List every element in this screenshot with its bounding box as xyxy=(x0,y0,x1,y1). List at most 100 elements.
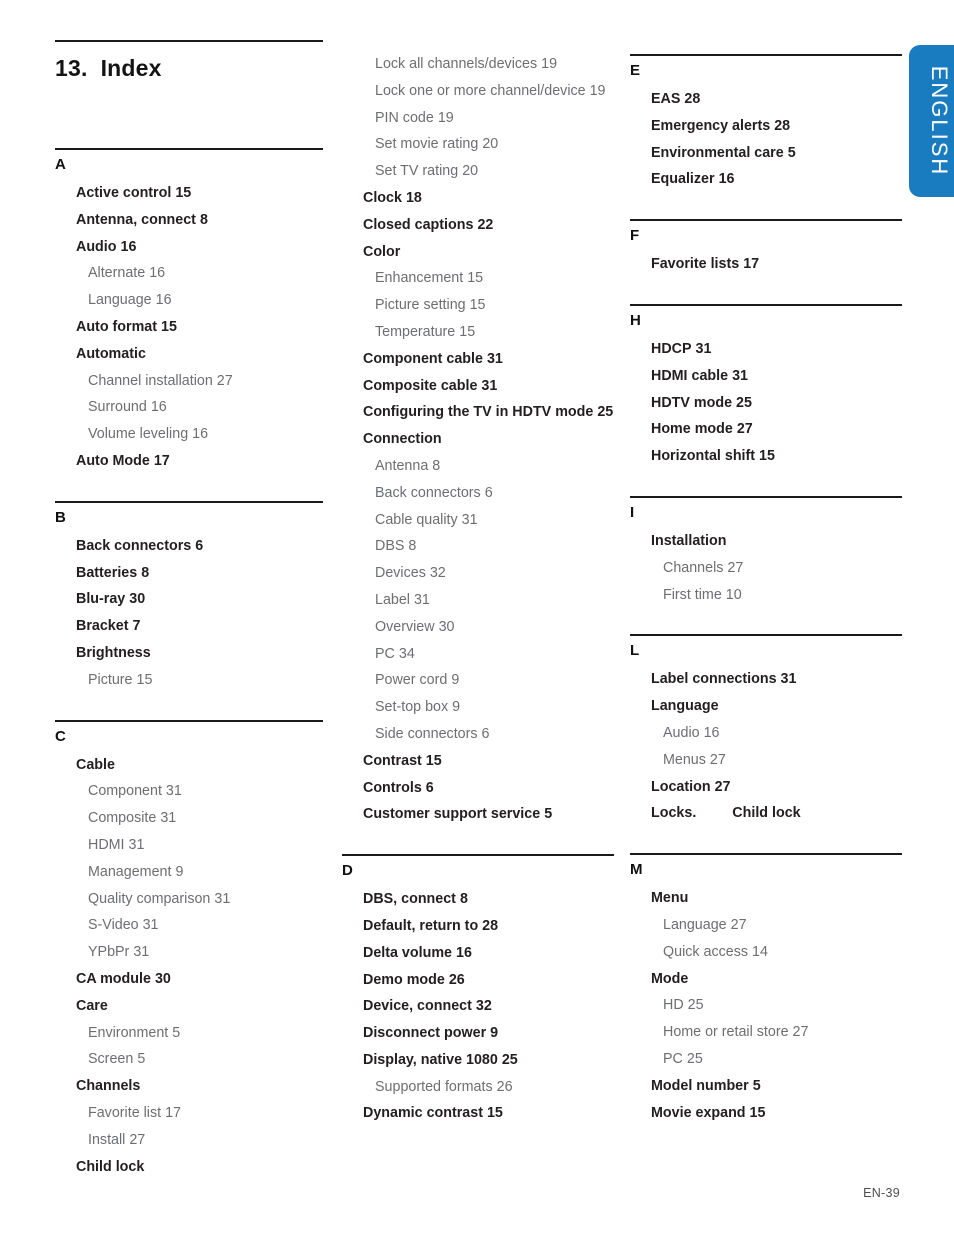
index-entry: Default, return to 28 xyxy=(342,913,614,940)
index-entry: YPbPr 31 xyxy=(55,939,323,966)
index-entry-page: 30 xyxy=(129,591,146,608)
index-entry-label: Antenna xyxy=(375,457,429,474)
index-entry: Install 27 xyxy=(55,1127,323,1154)
index-entry: Child lock xyxy=(55,1154,323,1181)
index-entry-page: 18 xyxy=(405,189,422,206)
index-column-1: 13. Index A Active control 15 Antenna, conne… xyxy=(55,0,323,1180)
index-entry: Label 31 xyxy=(342,587,614,614)
index-entry-page: 19 xyxy=(541,56,558,72)
index-entry-label: Back connectors xyxy=(76,537,192,554)
index-entry-page: 16 xyxy=(155,292,172,309)
index-entry: Disconnect power 9 xyxy=(342,1020,614,1047)
section-letter-B: B xyxy=(55,508,66,526)
index-entry-label: Enhancement xyxy=(375,270,464,287)
index-entry-label: HDMI cable xyxy=(651,367,729,384)
index-entry-page: 15 xyxy=(486,1105,503,1122)
index-entry-page: 27 xyxy=(736,421,753,438)
index-entry-label: Lock one or more channel/device xyxy=(375,82,586,99)
index-entry: Volume leveling 16 xyxy=(55,421,323,448)
index-entry-label: Supported formats xyxy=(375,1078,493,1095)
index-entry-label: HDCP xyxy=(651,340,692,357)
index-entry-label: Customer support service xyxy=(363,806,541,823)
section-letter-D: D xyxy=(342,862,353,880)
index-entry-label: Batteries xyxy=(76,564,138,581)
index-entry-page: 14 xyxy=(752,943,768,960)
index-entry: Connection xyxy=(342,426,614,453)
index-entry-page: 9 xyxy=(451,672,460,689)
section-entries: DBS, connect 8 Default, return to 28 Delta v… xyxy=(342,879,614,1127)
index-entry: Lock one or more channel/device 19 xyxy=(342,78,614,105)
index-entry-label: Lock all channels/devices xyxy=(375,56,538,72)
index-entry-page: 27 xyxy=(730,916,747,933)
section-entries: Favorite lists 17 xyxy=(630,244,902,278)
index-entry: Component cable 31 xyxy=(342,346,614,373)
index-entry-page: 25 xyxy=(686,1050,703,1067)
index-entry-label: Dynamic contrast xyxy=(363,1105,483,1122)
index-entry-page: 15 xyxy=(459,323,476,340)
index-entry-label: Component cable xyxy=(363,350,483,367)
index-entry: Display, native 1080 25 xyxy=(342,1047,614,1074)
index-entry: Mode xyxy=(630,966,902,993)
index-entry-page: 31 xyxy=(481,377,498,394)
index-entry: Back connectors 6 xyxy=(55,533,323,560)
index-entry-label: Movie expand xyxy=(651,1104,746,1121)
index-entry: PIN code 19 xyxy=(342,105,614,132)
index-entry: Movie expand 15 xyxy=(630,1100,902,1127)
index-entry-page: 16 xyxy=(703,724,720,741)
index-entry-page: 15 xyxy=(161,318,177,335)
index-entry-label: Demo mode xyxy=(363,971,445,988)
index-entry-page: 20 xyxy=(482,136,499,153)
index-entry-page: 8 xyxy=(432,457,441,474)
index-entry-page: 5 xyxy=(137,1051,146,1068)
sections-container-2: Lock all channels/devices 19 Lock one or m… xyxy=(342,44,614,1127)
index-entry: Automatic xyxy=(55,341,323,368)
index-entry-label: Language xyxy=(88,292,152,309)
index-entry-page: 30 xyxy=(438,618,455,635)
index-entry-label: Side connectors xyxy=(375,725,478,742)
section-entries: HDCP 31 HDMI cable 31 HDTV mode 25 Home mode 27… xyxy=(630,329,902,470)
index-entry-label: EAS xyxy=(651,91,681,107)
index-entry-label: YPbPr xyxy=(88,944,130,961)
index-entry: Channels 27 xyxy=(630,555,902,582)
index-entry: Model number 5 xyxy=(630,1073,902,1100)
index-entry-label: HDTV mode xyxy=(651,394,733,411)
index-entry: Management 9 xyxy=(55,859,323,886)
index-entry: Configuring the TV in HDTV mode 25 xyxy=(342,399,614,426)
index-entry-page: 5 xyxy=(787,144,796,161)
index-entry-label: PIN code xyxy=(375,109,434,126)
index-entry: EAS 28 xyxy=(630,86,902,113)
index-entry-page: 32 xyxy=(475,998,492,1015)
index-entry-page: 28 xyxy=(684,91,701,107)
index-entry-page: 31 xyxy=(133,944,150,961)
index-entry: First time 10 xyxy=(630,582,902,609)
language-tab-label: ENGLISH xyxy=(927,65,952,177)
index-entry-page: 6 xyxy=(425,779,434,796)
sections-container-1: A Active control 15 Antenna, connect 8 Audio 1… xyxy=(55,134,323,1180)
index-entry-label: Channels xyxy=(663,559,724,576)
index-entry: Environmental care 5 xyxy=(630,140,902,167)
index-entry: Care xyxy=(55,993,323,1020)
index-entry-page: 27 xyxy=(714,778,731,795)
index-entry-label: Alternate xyxy=(88,265,146,282)
index-entry: Menu xyxy=(630,885,902,912)
index-entry: Picture 15 xyxy=(55,667,323,694)
index-entry: S-Video 31 xyxy=(55,912,323,939)
index-entry-label: Contrast xyxy=(363,752,422,769)
index-entry-label: PC xyxy=(663,1050,683,1067)
index-column-2: Lock all channels/devices 19 Lock one or m… xyxy=(342,0,614,1127)
index-entry: Overview 30 xyxy=(342,614,614,641)
index-entry: Surround 16 xyxy=(55,394,323,421)
index-entry-page: 5 xyxy=(172,1024,181,1041)
index-entry: HDCP 31 xyxy=(630,336,902,363)
index-entry-label: Install xyxy=(88,1131,126,1148)
index-entry-page: 16 xyxy=(120,238,137,255)
index-entry: Customer support service 5 xyxy=(342,801,614,828)
index-entry-page: 31 xyxy=(732,367,748,384)
index-entry-label: Quality comparison xyxy=(88,890,211,907)
index-entry: PC 34 xyxy=(342,641,614,668)
index-entry: Dynamic contrast 15 xyxy=(342,1100,614,1127)
